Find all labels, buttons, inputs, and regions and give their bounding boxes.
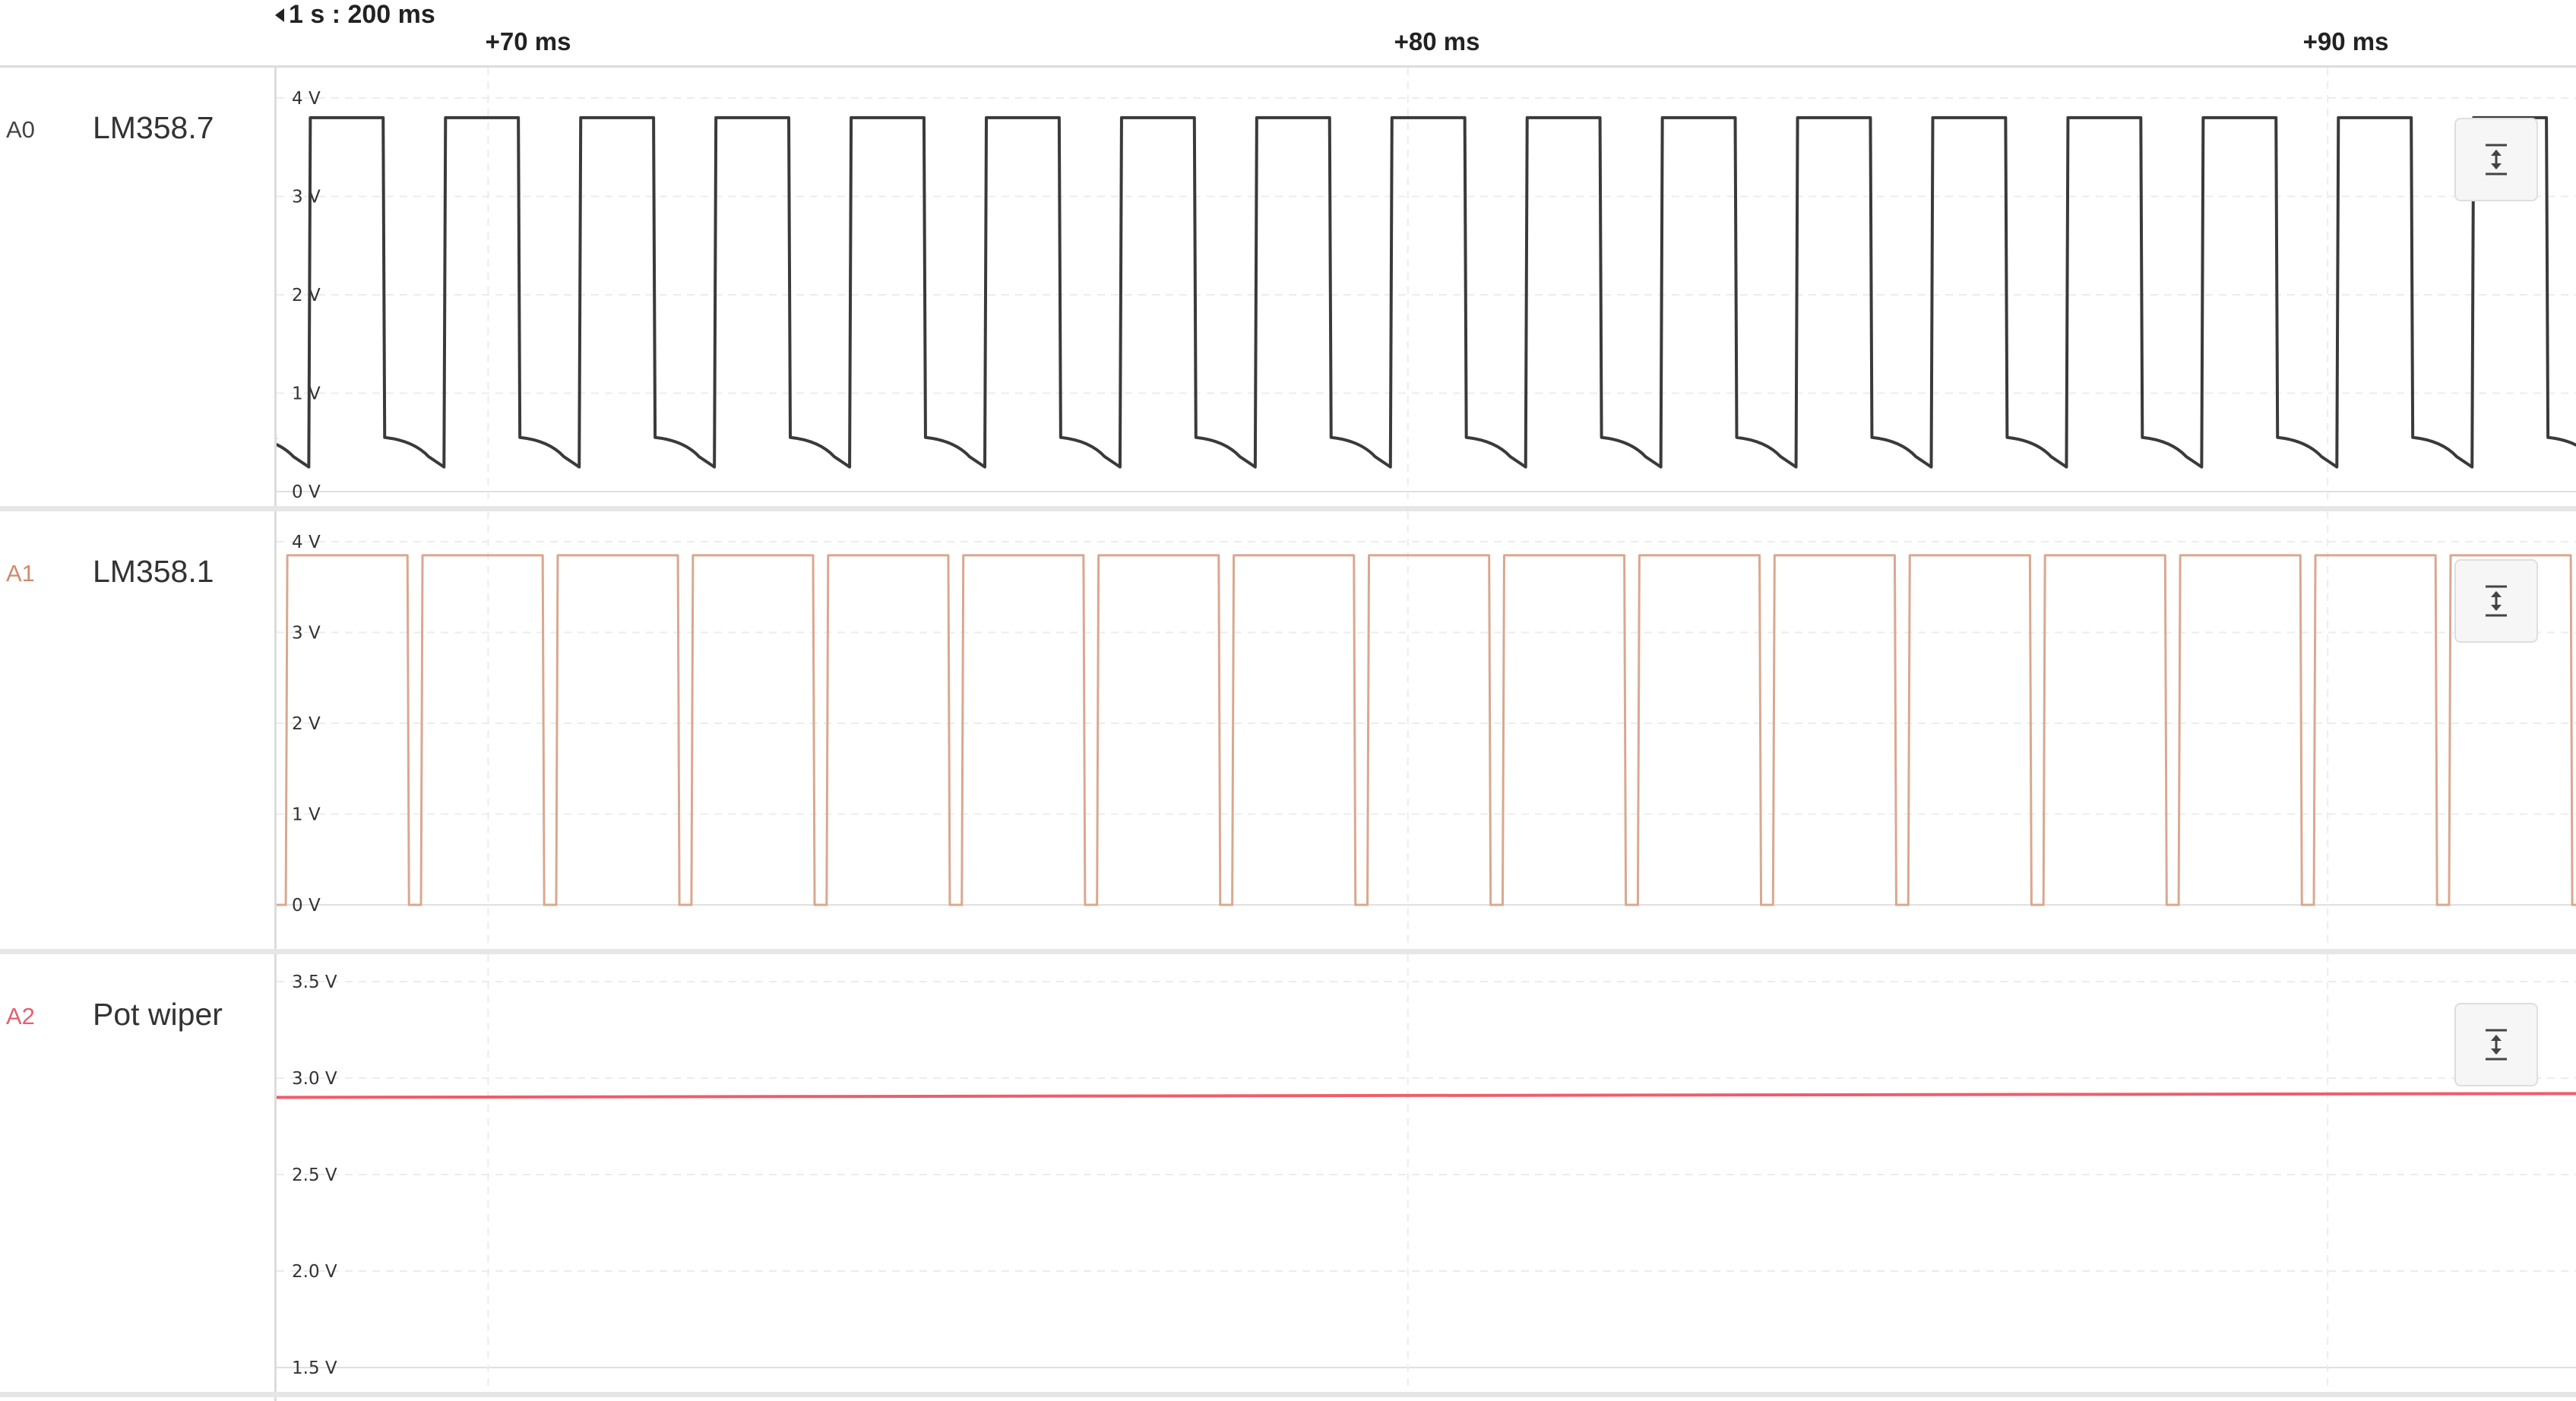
channel-a2: A2 Pot wiper 3.5 V 3.0 V 2.5 V 2.0 V 1.5 V xyxy=(0,954,2576,1392)
vertical-fit-icon xyxy=(2486,144,2507,176)
scope-app: 1 s : 200 ms +70 ms +80 ms +90 ms A0 LM3… xyxy=(0,0,2576,1401)
time-ruler[interactable]: 1 s : 200 ms +70 ms +80 ms +90 ms xyxy=(0,0,2576,68)
y-tick-label: 3 V xyxy=(292,624,321,644)
channel-separator[interactable] xyxy=(0,949,2576,954)
channel-a1: A1 LM358.1 4 V 3 V 2 V 1 V 0 V xyxy=(0,511,2576,949)
time-anchor[interactable]: 1 s : 200 ms xyxy=(275,0,435,30)
waveform-plot-a0[interactable]: 4 V 3 V 2 V 1 V 0 V xyxy=(277,68,2576,506)
signal-trace xyxy=(277,1092,2576,1099)
vertical-fit-icon xyxy=(2486,1029,2507,1061)
y-tick-label: 1 V xyxy=(292,384,321,404)
y-tick-label: 1.5 V xyxy=(292,1358,337,1378)
channel-separator[interactable] xyxy=(0,506,2576,511)
time-anchor-label: 1 s : 200 ms xyxy=(289,0,435,29)
time-label-90: +90 ms xyxy=(2302,27,2389,55)
y-tick-label: 0 V xyxy=(292,896,321,916)
vertical-fit-icon xyxy=(2486,585,2507,617)
channel-id: A2 xyxy=(6,1003,35,1029)
y-tick-label: 4 V xyxy=(292,89,321,109)
channel-name[interactable]: Pot wiper xyxy=(93,997,223,1033)
channel-a0: A0 LM358.7 4 V 3 V 2 V 1 V 0 V xyxy=(0,68,2576,506)
signal-trace xyxy=(277,554,2576,906)
channel-id: A0 xyxy=(6,116,35,143)
channel-name[interactable]: LM358.1 xyxy=(93,554,214,590)
channel-id: A1 xyxy=(6,560,35,587)
y-tick-label: 3 V xyxy=(292,188,321,207)
y-tick-label: 3.0 V xyxy=(292,1069,337,1089)
y-tick-label: 0 V xyxy=(292,482,321,502)
waveform-plot-a2[interactable]: 3.5 V 3.0 V 2.5 V 2.0 V 1.5 V xyxy=(277,954,2576,1392)
caret-left-icon xyxy=(275,8,284,22)
time-label-70: +70 ms xyxy=(485,27,571,55)
y-tick-label: 2.0 V xyxy=(292,1262,337,1282)
channel-separator[interactable] xyxy=(0,1392,2576,1397)
signal-trace xyxy=(277,115,2576,469)
channel-name[interactable]: LM358.7 xyxy=(93,110,214,146)
time-label-80: +80 ms xyxy=(1394,27,1480,55)
y-tick-label: 4 V xyxy=(292,533,321,552)
y-tick-label: 3.5 V xyxy=(292,972,337,992)
y-tick-label: 2.5 V xyxy=(292,1165,337,1185)
waveform-plot-a1[interactable]: 4 V 3 V 2 V 1 V 0 V xyxy=(277,511,2576,949)
autoscale-button[interactable] xyxy=(2454,1003,2538,1086)
autoscale-button[interactable] xyxy=(2454,118,2538,201)
autoscale-button[interactable] xyxy=(2454,559,2538,643)
y-tick-label: 1 V xyxy=(292,805,321,825)
y-tick-label: 2 V xyxy=(292,286,321,305)
y-tick-label: 2 V xyxy=(292,714,321,734)
